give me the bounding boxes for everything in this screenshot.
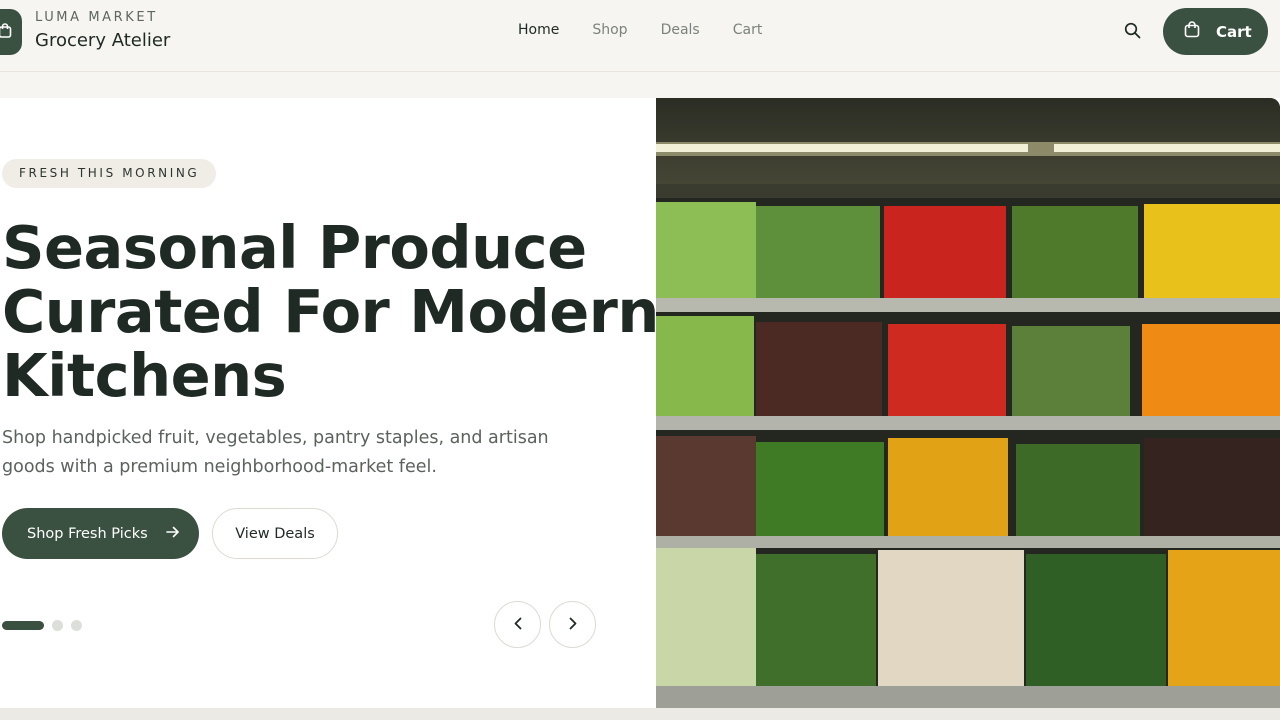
- brand-name[interactable]: Grocery Atelier: [35, 30, 170, 51]
- nav-item-deals[interactable]: Deals: [661, 22, 700, 38]
- carousel-prev-button[interactable]: [494, 601, 541, 648]
- shopping-bag-icon: [1184, 21, 1200, 42]
- chevron-left-icon: [514, 615, 522, 634]
- headline-line: Kitchens: [2, 341, 287, 410]
- chevron-right-icon: [569, 615, 577, 634]
- page-bottom-strip: [0, 708, 1280, 720]
- hero-section: FRESH THIS MORNING Seasonal Produce Cura…: [0, 98, 1280, 708]
- hero-eyebrow-badge: FRESH THIS MORNING: [2, 159, 217, 188]
- search-icon: [1124, 22, 1141, 43]
- produce-shelves-photo: [656, 98, 1280, 708]
- carousel-dot[interactable]: [52, 620, 63, 631]
- nav-item-home[interactable]: Home: [518, 22, 559, 38]
- hero-subcopy: Shop handpicked fruit, vegetables, pantr…: [2, 428, 549, 477]
- cart-button-label: Cart: [1216, 22, 1252, 41]
- logo-badge[interactable]: [0, 9, 22, 55]
- headline-line: Seasonal Produce: [2, 213, 587, 282]
- cart-button[interactable]: Cart: [1163, 8, 1268, 55]
- brand-eyebrow: LUMA MARKET: [35, 10, 158, 25]
- nav-item-cart[interactable]: Cart: [733, 22, 763, 38]
- shop-fresh-picks-button[interactable]: Shop Fresh Picks: [2, 508, 199, 559]
- produce-shelves-illustration: [656, 98, 1280, 708]
- main-nav: Home Shop Deals Cart: [518, 22, 762, 38]
- hero-headline: Seasonal Produce Curated For Modern Kitc…: [2, 213, 659, 410]
- carousel-next-button[interactable]: [549, 601, 596, 648]
- arrow-right-icon: [165, 526, 180, 542]
- shopping-bag-icon: [0, 22, 12, 42]
- carousel-indicators: [2, 620, 82, 631]
- site-header: LUMA MARKET Grocery Atelier Home Shop De…: [0, 0, 1280, 72]
- carousel-dot[interactable]: [71, 620, 82, 631]
- view-deals-button[interactable]: View Deals: [212, 508, 338, 559]
- carousel-dot-active[interactable]: [2, 621, 44, 630]
- shop-fresh-picks-label: Shop Fresh Picks: [27, 525, 148, 542]
- nav-item-shop[interactable]: Shop: [592, 22, 627, 38]
- headline-line: Curated For Modern: [2, 277, 659, 346]
- search-button[interactable]: [1119, 19, 1145, 45]
